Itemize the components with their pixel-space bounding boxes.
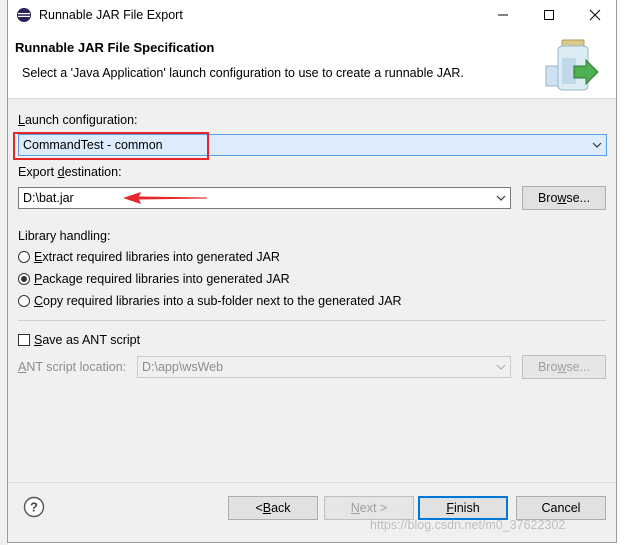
window-title: Runnable JAR File Export	[39, 8, 183, 22]
ant-location-input[interactable]: D:\app\wsWeb	[137, 356, 511, 378]
export-destination-label: Export destination:	[18, 165, 122, 179]
red-arrow-annotation	[123, 192, 207, 204]
radio-button-checked[interactable]	[18, 273, 30, 285]
watermark-text: https://blog.csdn.net/m0_37622302	[370, 518, 566, 532]
minimize-button[interactable]	[480, 0, 526, 30]
ant-location-label: ANT script location:	[18, 360, 127, 374]
back-button[interactable]: < Back	[228, 496, 318, 520]
radio-copy-libraries[interactable]: Copy required libraries into a sub-folde…	[18, 294, 402, 308]
page-title: Runnable JAR File Specification	[15, 40, 215, 55]
jar-export-icon	[545, 39, 599, 91]
maximize-button[interactable]	[526, 0, 572, 30]
footer-separator	[8, 482, 616, 483]
svg-text:?: ?	[30, 500, 38, 515]
next-button[interactable]: Next >	[324, 496, 414, 520]
radio-extract-libraries[interactable]: Extract required libraries into generate…	[18, 250, 280, 264]
title-bar: Runnable JAR File Export	[8, 0, 616, 30]
separator	[18, 320, 606, 321]
launch-config-label: Launch configuration:	[18, 113, 138, 127]
finish-button[interactable]: Finish	[418, 496, 508, 520]
checkbox[interactable]	[18, 334, 30, 346]
highlight-box	[13, 132, 209, 160]
export-destination-input[interactable]: D:\bat.jar	[18, 187, 511, 209]
ant-browse-button[interactable]: Bro w se...	[522, 355, 606, 379]
radio-button[interactable]	[18, 295, 30, 307]
help-icon[interactable]: ?	[23, 496, 45, 518]
page-description: Select a 'Java Application' launch confi…	[22, 66, 464, 80]
radio-button[interactable]	[18, 251, 30, 263]
close-icon	[589, 9, 601, 21]
close-button[interactable]	[572, 0, 618, 30]
radio-package-libraries[interactable]: Package required libraries into generate…	[18, 272, 290, 286]
wizard-header: Runnable JAR File Specification Select a…	[8, 30, 616, 99]
chevron-down-icon[interactable]	[588, 135, 606, 155]
eclipse-icon	[17, 8, 31, 22]
library-handling-label: Library handling:	[18, 229, 111, 243]
maximize-icon	[544, 10, 554, 20]
ant-location-value: D:\app\wsWeb	[142, 360, 224, 374]
export-destination-value: D:\bat.jar	[23, 191, 74, 205]
chevron-down-icon[interactable]	[492, 188, 510, 208]
chevron-down-icon[interactable]	[492, 357, 510, 377]
export-browse-button[interactable]: Bro w se...	[522, 186, 606, 210]
save-ant-script-checkbox[interactable]: Save as ANT script	[18, 333, 140, 347]
minimize-icon	[498, 14, 508, 16]
export-dialog: Runnable JAR File Export Runnable JAR Fi…	[7, 0, 617, 543]
cancel-button[interactable]: Cancel	[516, 496, 606, 520]
